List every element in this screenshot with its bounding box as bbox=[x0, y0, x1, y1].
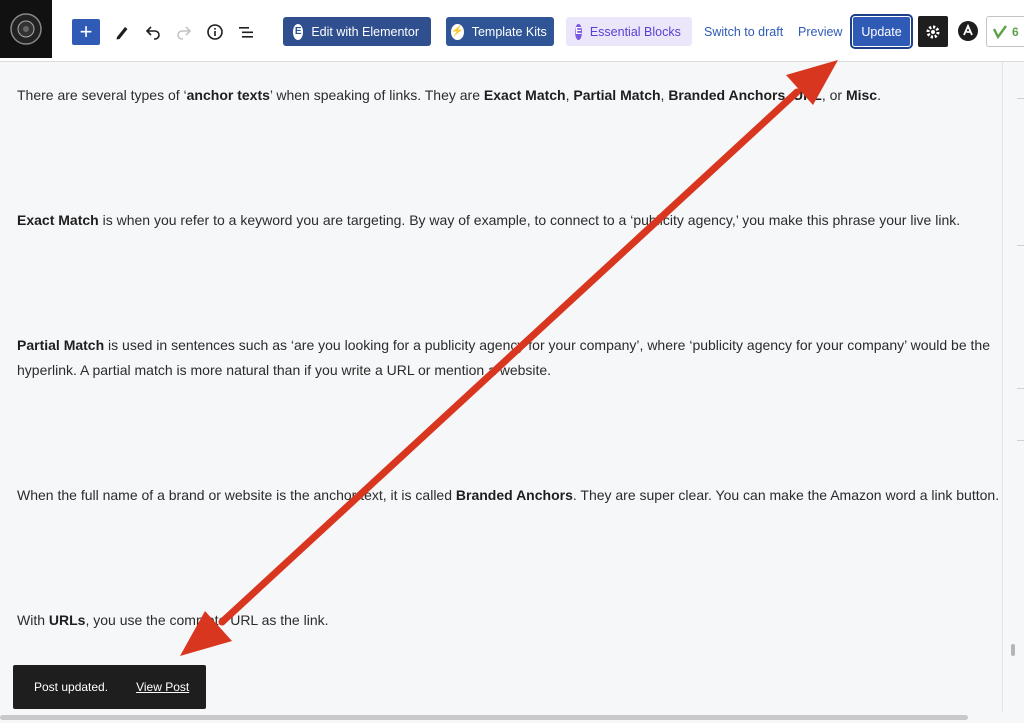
template-kits-button[interactable]: ⚡ Template Kits bbox=[446, 17, 554, 46]
text-run: is when you refer to a keyword you are t… bbox=[98, 212, 961, 228]
undo-icon bbox=[145, 26, 160, 40]
essential-blocks-label: Essential Blocks bbox=[589, 24, 681, 39]
astra-icon bbox=[958, 21, 978, 41]
text-run: There are several types of ‘ bbox=[17, 87, 187, 103]
info-icon bbox=[207, 24, 223, 40]
switch-to-draft-button[interactable]: Switch to draft bbox=[704, 17, 783, 46]
gear-icon bbox=[926, 25, 940, 38]
pen-icon bbox=[116, 27, 128, 40]
elementor-button-label: Edit with Elementor bbox=[311, 24, 419, 39]
astra-settings-button[interactable] bbox=[955, 18, 981, 44]
elementor-icon: E bbox=[293, 23, 304, 40]
bold-term: Partial Match bbox=[17, 337, 105, 353]
view-post-link[interactable]: View Post bbox=[136, 680, 189, 694]
text-run: , you use the complete URL as the link. bbox=[85, 612, 329, 628]
yoast-icon bbox=[992, 24, 1007, 39]
bold-term: Misc bbox=[845, 87, 878, 103]
rail-divider bbox=[1017, 245, 1024, 246]
post-updated-snackbar: Post updated. View Post bbox=[13, 665, 206, 709]
bold-term: Exact Match bbox=[17, 212, 99, 228]
site-logo-image bbox=[10, 13, 42, 45]
bold-term: anchor texts bbox=[186, 87, 270, 103]
undo-button[interactable] bbox=[139, 18, 167, 46]
edit-with-elementor-button[interactable]: E Edit with Elementor bbox=[283, 17, 431, 46]
rail-divider bbox=[1017, 98, 1024, 99]
block-inserter-button[interactable]: + bbox=[72, 19, 100, 45]
settings-button[interactable] bbox=[918, 16, 948, 47]
snackbar-message: Post updated. bbox=[34, 680, 109, 694]
bold-term: URL bbox=[793, 87, 822, 103]
text-run: , or bbox=[821, 87, 846, 103]
editor-toolbar: + E Edit with Elementor ⚡ Template Kits … bbox=[0, 0, 1024, 62]
bold-term: Exact Match bbox=[483, 87, 566, 103]
paragraph-urls[interactable]: With URLs, you use the complete URL as t… bbox=[17, 608, 1002, 633]
update-button[interactable]: Update bbox=[852, 16, 911, 47]
paragraph-partial-match[interactable]: Partial Match is used in sentences such … bbox=[17, 333, 1002, 383]
list-view-icon bbox=[239, 27, 253, 38]
paragraph-anchor-types[interactable]: There are several types of ‘anchor texts… bbox=[17, 83, 1002, 108]
template-kits-icon: ⚡ bbox=[451, 23, 464, 40]
yoast-seo-button[interactable]: 6 bbox=[986, 16, 1024, 47]
text-run: , bbox=[785, 87, 794, 103]
vertical-scrollbar[interactable] bbox=[1011, 644, 1015, 656]
text-run: With bbox=[17, 612, 49, 628]
tools-button[interactable] bbox=[108, 18, 136, 46]
paragraph-branded-anchors[interactable]: When the full name of a brand or website… bbox=[17, 483, 1002, 508]
right-edge-panel bbox=[1002, 62, 1024, 712]
redo-button[interactable] bbox=[170, 18, 198, 46]
text-run: . bbox=[877, 87, 881, 103]
text-run: is used in sentences such as ‘are you lo… bbox=[17, 337, 990, 378]
rail-divider bbox=[1017, 440, 1024, 441]
list-view-button[interactable] bbox=[232, 18, 260, 46]
text-run: . They are super clear. You can make the… bbox=[572, 487, 1000, 503]
bold-term: Branded Anchors bbox=[455, 487, 573, 503]
horizontal-scrollbar[interactable] bbox=[0, 715, 968, 720]
text-run: ’ when speaking of links. They are bbox=[269, 87, 484, 103]
paragraph-exact-match[interactable]: Exact Match is when you refer to a keywo… bbox=[17, 208, 1002, 233]
yoast-score: 6 bbox=[1012, 24, 1019, 39]
site-logo[interactable] bbox=[0, 0, 52, 58]
rail-divider bbox=[1017, 388, 1024, 389]
bold-term: Partial Match bbox=[573, 87, 661, 103]
essential-blocks-button[interactable]: E Essential Blocks bbox=[566, 17, 692, 46]
bold-term: Branded Anchors bbox=[668, 87, 786, 103]
template-kits-label: Template Kits bbox=[471, 24, 547, 39]
plus-icon: + bbox=[79, 19, 93, 44]
essential-blocks-icon: E bbox=[575, 23, 582, 40]
preview-button[interactable]: Preview bbox=[798, 17, 842, 46]
redo-icon bbox=[177, 26, 192, 40]
bold-term: URLs bbox=[48, 612, 86, 628]
details-button[interactable] bbox=[201, 18, 229, 46]
text-run: When the full name of a brand or website… bbox=[17, 487, 456, 503]
